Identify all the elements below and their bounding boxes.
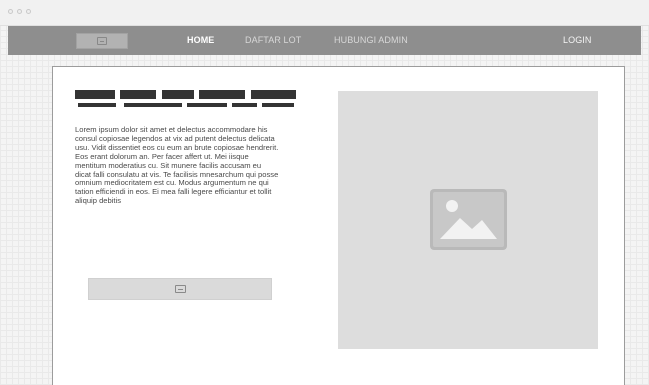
heading-bar bbox=[251, 90, 296, 99]
heading-bar bbox=[199, 90, 245, 99]
login-link[interactable]: LOGIN bbox=[563, 26, 592, 55]
window-minimize-dot[interactable] bbox=[17, 9, 22, 14]
nav-hubungi-admin-link[interactable]: HUBUNGI ADMIN bbox=[334, 26, 408, 55]
content-panel: Lorem ipsum dolor sit amet et delectus a… bbox=[52, 66, 625, 385]
nav-home-link[interactable]: HOME bbox=[187, 26, 214, 55]
heading-bar bbox=[120, 90, 156, 99]
landscape-image-icon bbox=[430, 189, 507, 250]
heading-bar bbox=[262, 103, 294, 107]
hero-image-placeholder bbox=[338, 91, 598, 349]
heading-bar bbox=[187, 103, 227, 107]
heading-bar bbox=[75, 90, 115, 99]
hero-body-text: Lorem ipsum dolor sit amet et delectus a… bbox=[75, 125, 279, 206]
heading-bar bbox=[232, 103, 257, 107]
logo-button[interactable] bbox=[76, 33, 128, 49]
hero-action-button[interactable] bbox=[88, 278, 272, 300]
heading-bar bbox=[124, 103, 182, 107]
image-icon bbox=[175, 285, 186, 293]
nav-daftar-lot-link[interactable]: DAFTAR LOT bbox=[245, 26, 301, 55]
window-maximize-dot[interactable] bbox=[26, 9, 31, 14]
window-titlebar bbox=[0, 0, 649, 26]
window-close-dot[interactable] bbox=[8, 9, 13, 14]
logo-image-icon bbox=[97, 37, 107, 45]
heading-bar bbox=[162, 90, 194, 99]
heading-bar bbox=[78, 103, 116, 107]
top-navbar: HOME DAFTAR LOT HUBUNGI ADMIN LOGIN bbox=[8, 26, 641, 55]
